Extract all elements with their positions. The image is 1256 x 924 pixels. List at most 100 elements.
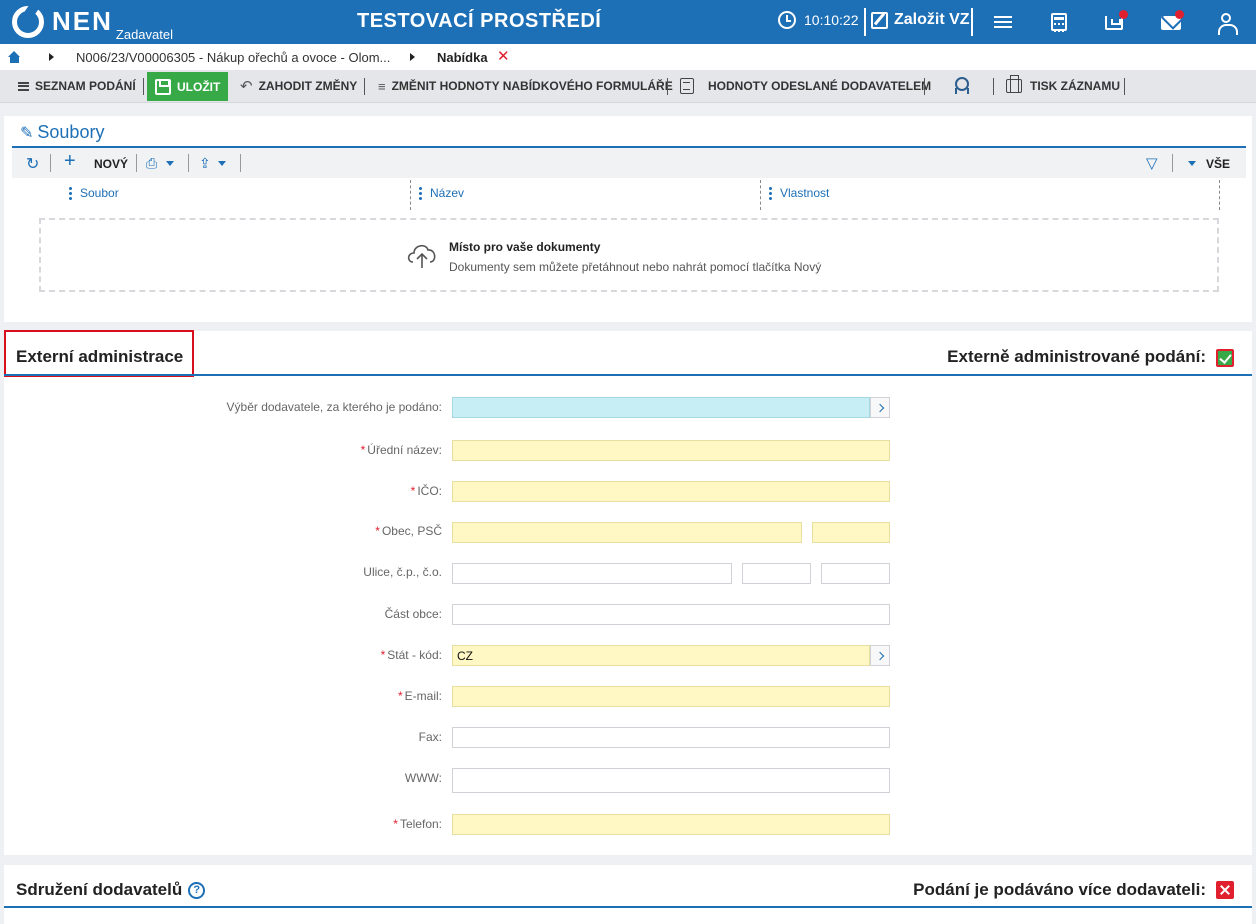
- chevron-down-icon[interactable]: [218, 161, 226, 166]
- section-underline: [4, 374, 1252, 376]
- official-name-input[interactable]: [452, 440, 890, 461]
- breadcrumb-tender[interactable]: N006/23/V00006305 - Nákup ořechů a ovoce…: [76, 50, 390, 65]
- list-submissions-label: SEZNAM PODÁNÍ: [35, 79, 136, 93]
- phone-label: * Telefon:: [393, 817, 442, 831]
- home-icon[interactable]: [8, 51, 21, 63]
- column-header-file[interactable]: Soubor: [69, 186, 119, 200]
- column-header-label: Název: [430, 186, 465, 200]
- city-input[interactable]: [452, 522, 802, 543]
- column-header-label: Soubor: [80, 186, 119, 200]
- orientation-number-input[interactable]: [821, 563, 890, 584]
- fax-label: Fax:: [418, 730, 442, 744]
- column-resizer[interactable]: [1219, 180, 1220, 210]
- clock-time: 10:10:22: [804, 12, 859, 28]
- new-file-button[interactable]: NOVÝ: [94, 157, 128, 171]
- external-admin-checkbox-label: Externě administrované podání:: [947, 347, 1206, 366]
- discard-changes-label: ZAHODIT ZMĚNY: [258, 79, 358, 93]
- toolbar-separator: [50, 154, 51, 172]
- breadcrumb: N006/23/V00006305 - Nákup ořechů a ovoce…: [0, 44, 1256, 70]
- discard-changes-button[interactable]: ↶ ZAHODIT ZMĚNY: [240, 70, 357, 102]
- filter-icon[interactable]: ▽: [1146, 154, 1158, 172]
- fax-input[interactable]: [452, 727, 890, 748]
- supplier-select-button[interactable]: [870, 397, 890, 418]
- section-underline: [4, 906, 1252, 908]
- list-submissions-button[interactable]: SEZNAM PODÁNÍ: [18, 70, 136, 102]
- change-form-values-button[interactable]: ≡ ZMĚNIT HODNOTY NABÍDKOVÉHO FORMULÁŘE: [378, 70, 673, 102]
- www-input[interactable]: [452, 768, 890, 793]
- consortium-checkbox[interactable]: [1216, 881, 1234, 899]
- refresh-icon[interactable]: ↻: [26, 154, 39, 174]
- drop-zone-title: Místo pro vaše dokumenty: [449, 240, 601, 254]
- toolbar-separator: [993, 78, 994, 95]
- column-menu-icon[interactable]: [419, 186, 422, 200]
- house-number-input[interactable]: [742, 563, 811, 584]
- district-input[interactable]: [452, 604, 890, 625]
- breadcrumb-offer[interactable]: Nabídka: [437, 50, 488, 65]
- attachment-icon: ✎: [20, 124, 34, 142]
- column-menu-icon[interactable]: [769, 186, 772, 200]
- country-label: * Stát - kód:: [380, 648, 442, 662]
- external-admin-checkbox[interactable]: [1216, 349, 1234, 367]
- files-toolbar: ↻ + NOVÝ ⎙ ⇪ ▽ VŠE: [12, 148, 1246, 178]
- user-icon[interactable]: [1215, 11, 1238, 35]
- consortium-title: Sdružení dodavatelů ?: [16, 880, 206, 900]
- logo-subtitle: Zadavatel: [115, 27, 173, 42]
- mail-notification-dot: [1175, 10, 1184, 19]
- session-clock: 10:10:22: [778, 11, 859, 29]
- cloud-upload-icon: [407, 244, 436, 268]
- print-icon[interactable]: ⎙: [146, 155, 157, 172]
- export-icon[interactable]: ⇪: [199, 155, 211, 172]
- files-panel: ✎ Soubory ↻ + NOVÝ ⎙ ⇪ ▽ VŠE Soubor Náze…: [4, 116, 1252, 322]
- email-input[interactable]: [452, 686, 890, 707]
- toolbar-separator: [667, 78, 668, 95]
- inbox-notification-dot: [1119, 10, 1128, 19]
- country-select-button[interactable]: [870, 645, 890, 666]
- street-input[interactable]: [452, 563, 732, 584]
- ico-input[interactable]: [452, 481, 890, 502]
- column-resizer[interactable]: [760, 180, 761, 210]
- change-form-values-label: ZMĚNIT HODNOTY NABÍDKOVÉHO FORMULÁŘE: [391, 79, 673, 93]
- column-header-property[interactable]: Vlastnost: [769, 186, 829, 200]
- chevron-down-icon[interactable]: [166, 161, 174, 166]
- header-divider: [971, 8, 973, 36]
- toolbar-separator: [1124, 78, 1125, 95]
- create-tender-button[interactable]: Založit VZ: [871, 11, 970, 29]
- header-divider: [864, 8, 866, 36]
- help-icon[interactable]: ?: [188, 881, 206, 899]
- files-table-header: Soubor Název Vlastnost: [12, 178, 1246, 210]
- menu-icon[interactable]: [992, 11, 1014, 33]
- zip-input[interactable]: [812, 522, 890, 543]
- files-title-text: Soubory: [37, 122, 105, 142]
- supplier-values-button[interactable]: HODNOTY ODESLANÉ DODAVATELEM: [680, 70, 931, 102]
- consortium-panel: Sdružení dodavatelů ? Podání je podáváno…: [4, 865, 1252, 924]
- column-menu-icon[interactable]: [69, 186, 72, 200]
- column-header-name[interactable]: Název: [419, 186, 464, 200]
- supplier-values-label: HODNOTY ODESLANÉ DODAVATELEM: [708, 79, 932, 93]
- logo-text: NEN: [52, 6, 113, 36]
- add-icon[interactable]: +: [64, 150, 76, 173]
- column-header-label: Vlastnost: [780, 186, 830, 200]
- consortium-checkbox-label: Podání je podáváno více dodavateli:: [913, 880, 1206, 899]
- calculator-icon[interactable]: [1048, 11, 1070, 33]
- column-resizer[interactable]: [410, 180, 411, 210]
- edit-icon: [871, 11, 888, 29]
- country-input[interactable]: CZ: [452, 645, 870, 666]
- print-record-button[interactable]: TISK ZÁZNAMU: [1006, 70, 1120, 102]
- toolbar-separator: [924, 78, 925, 95]
- print-record-label: TISK ZÁZNAMU: [1030, 79, 1120, 93]
- file-drop-zone[interactable]: Místo pro vaše dokumenty Dokumenty sem m…: [39, 218, 1219, 292]
- certificate-button[interactable]: [952, 70, 970, 102]
- close-tab-icon[interactable]: ✕: [497, 47, 510, 65]
- phone-input[interactable]: [452, 814, 890, 835]
- breadcrumb-arrow-icon: [410, 53, 415, 61]
- chevron-down-icon[interactable]: [1188, 161, 1196, 166]
- external-admin-panel: Externí administrace Externě administrov…: [4, 330, 1252, 855]
- save-button[interactable]: ULOŽIT: [147, 72, 229, 101]
- toolbar-separator: [188, 154, 189, 172]
- email-label: * E-mail:: [397, 689, 442, 703]
- toolbar-separator: [136, 154, 137, 172]
- nen-logo[interactable]: NEN Zadavatel: [12, 5, 173, 42]
- files-title: ✎ Soubory: [20, 122, 104, 143]
- supplier-select-input[interactable]: [452, 397, 870, 418]
- all-records-toggle[interactable]: VŠE: [1206, 157, 1230, 171]
